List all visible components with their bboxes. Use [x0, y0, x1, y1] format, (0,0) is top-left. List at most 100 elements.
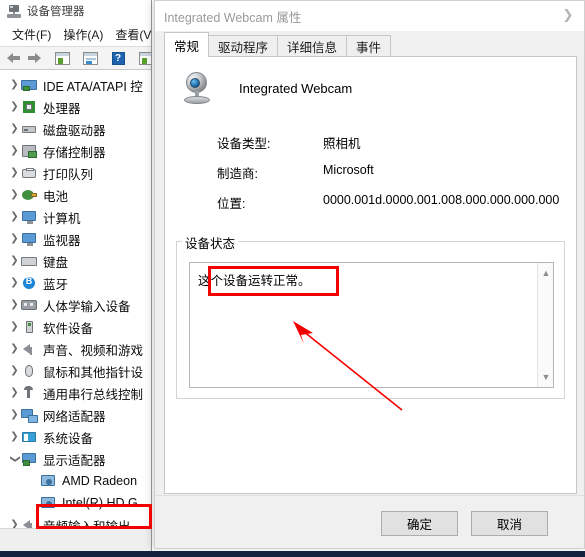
- tree-item[interactable]: ❯ 蓝牙: [0, 272, 151, 294]
- dialog-title: Integrated Webcam 属性: [164, 10, 302, 25]
- chevron-right-icon[interactable]: ❯: [8, 212, 21, 222]
- tree-item-label: 键盘: [43, 255, 69, 270]
- tree-item-label: 打印队列: [43, 167, 94, 182]
- menu-view[interactable]: 查看(V: [109, 24, 151, 45]
- chevron-right-icon[interactable]: ❯: [8, 388, 21, 398]
- tree-item[interactable]: ❯ 鼠标和其他指针设: [0, 360, 151, 382]
- dialog-tabstrip[interactable]: 常规 驱动程序 详细信息 事件: [164, 32, 577, 57]
- chevron-right-icon[interactable]: ❯: [8, 432, 21, 442]
- chevron-right-icon[interactable]: ❯: [8, 80, 21, 90]
- chevron-up-icon[interactable]: ▲: [538, 265, 554, 281]
- chevron-right-icon[interactable]: ❯: [8, 124, 21, 134]
- location-value: 0000.001d.0000.001.008.000.000.000.000: [323, 193, 560, 207]
- menu-action[interactable]: 操作(A): [57, 24, 109, 45]
- device-manager-toolbar: ?: [0, 46, 151, 70]
- print-queue-icon: [21, 166, 38, 181]
- taskbar-edge: [0, 551, 585, 557]
- tab-details[interactable]: 详细信息: [277, 35, 348, 57]
- tree-item[interactable]: AMD Radeon: [0, 470, 151, 492]
- tree-item[interactable]: ❯ IDE ATA/ATAPI 控: [0, 74, 151, 96]
- chevron-right-icon[interactable]: ❯: [8, 256, 21, 266]
- show-hide-console-tree-icon[interactable]: [53, 49, 71, 67]
- manufacturer-value: Microsoft: [323, 163, 374, 177]
- tree-item-label: 存储控制器: [43, 145, 106, 160]
- chevron-right-icon[interactable]: ❯: [8, 278, 21, 288]
- tree-item-label: 蓝牙: [43, 277, 69, 292]
- dialog-titlebar: Integrated Webcam 属性 ❯: [155, 1, 584, 31]
- usb-controller-icon: [21, 385, 38, 401]
- tree-item[interactable]: ❯ 人体学输入设备: [0, 294, 151, 316]
- chevron-right-icon[interactable]: ❯: [557, 5, 579, 25]
- menu-file[interactable]: 文件(F): [6, 24, 57, 45]
- webcam-icon: [179, 70, 215, 106]
- ide-controller-icon: [21, 78, 38, 93]
- battery-icon: [21, 188, 38, 203]
- tree-item-label: 显示适配器: [43, 453, 106, 468]
- chevron-right-icon[interactable]: ❯: [8, 366, 21, 376]
- chevron-right-icon[interactable]: ❯: [8, 190, 21, 200]
- storage-controller-icon: [21, 144, 38, 159]
- chevron-right-icon[interactable]: ❯: [8, 322, 21, 332]
- device-type-label: 设备类型:: [217, 137, 271, 151]
- tree-item[interactable]: ❯ 打印队列: [0, 162, 151, 184]
- properties-icon[interactable]: [81, 49, 99, 67]
- chevron-down-icon[interactable]: ❯: [10, 453, 21, 466]
- tree-item[interactable]: ❯ 系统设备: [0, 426, 151, 448]
- tree-item-label: 监视器: [43, 233, 81, 248]
- chevron-right-icon[interactable]: ❯: [8, 410, 21, 420]
- help-icon[interactable]: ?: [109, 49, 127, 67]
- tree-item-highlight-annotation: [36, 504, 152, 529]
- tree-item-label: 声音、视频和游戏: [43, 343, 144, 358]
- processor-icon: [21, 100, 38, 115]
- chevron-right-icon[interactable]: ❯: [8, 102, 21, 112]
- chevron-right-icon[interactable]: ❯: [8, 168, 21, 178]
- cancel-button[interactable]: 取消: [471, 511, 548, 536]
- tree-item[interactable]: ❯ 电池: [0, 184, 151, 206]
- chevron-right-icon[interactable]: ❯: [8, 344, 21, 354]
- tree-item[interactable]: ❯ 处理器: [0, 96, 151, 118]
- status-scrollbar[interactable]: ▲ ▼: [537, 263, 553, 387]
- tree-item[interactable]: ❯ 网络适配器: [0, 404, 151, 426]
- tree-item-label: 处理器: [43, 101, 81, 116]
- chevron-right-icon[interactable]: ❯: [8, 234, 21, 244]
- tabstrip-underline: [164, 56, 577, 57]
- scan-hardware-icon[interactable]: [137, 49, 151, 67]
- tree-item[interactable]: ❯ 通用串行总线控制: [0, 382, 151, 404]
- chevron-down-icon[interactable]: ▼: [538, 369, 554, 385]
- sound-video-game-icon: [21, 342, 38, 357]
- dialog-footer: 确定 取消: [155, 495, 584, 548]
- disk-drive-icon: [21, 122, 38, 137]
- tree-item[interactable]: ❯ 软件设备: [0, 316, 151, 338]
- device-manager-titlebar: 设备管理器: [0, 0, 151, 22]
- chevron-right-icon[interactable]: ❯: [8, 146, 21, 156]
- dialog-body: Integrated Webcam 设备类型: 照相机 制造商: Microso…: [164, 57, 577, 494]
- device-name: Integrated Webcam: [239, 80, 353, 96]
- device-tree[interactable]: ❯ IDE ATA/ATAPI 控 ❯ 处理器 ❯ 磁盘驱动器 ❯ 存储控制器 ❯ 打印队列 ❯ 电池…: [0, 70, 151, 528]
- network-adapter-icon: [21, 408, 38, 423]
- tree-item[interactable]: ❯ 监视器: [0, 228, 151, 250]
- status-text-highlight-annotation: [208, 266, 339, 296]
- tree-item[interactable]: ❯ 计算机: [0, 206, 151, 228]
- tab-events[interactable]: 事件: [346, 35, 392, 57]
- tab-driver[interactable]: 驱动程序: [208, 35, 279, 57]
- tree-item[interactable]: ❯ 存储控制器: [0, 140, 151, 162]
- properties-dialog: Integrated Webcam 属性 ❯ 常规 驱动程序 详细信息 事件 I…: [154, 0, 585, 549]
- back-arrow-icon[interactable]: [5, 49, 23, 67]
- bluetooth-icon: [21, 276, 38, 291]
- tree-item[interactable]: ❯ 磁盘驱动器: [0, 118, 151, 140]
- manufacturer-label: 制造商:: [217, 167, 258, 181]
- chevron-right-icon[interactable]: ❯: [8, 300, 21, 310]
- forward-arrow-icon[interactable]: [25, 49, 43, 67]
- tree-item-label: 系统设备: [43, 431, 94, 446]
- chevron-right-icon[interactable]: ❯: [8, 520, 21, 529]
- ok-button[interactable]: 确定: [381, 511, 458, 536]
- mouse-icon: [21, 364, 38, 379]
- tab-general[interactable]: 常规: [164, 32, 210, 57]
- tree-item[interactable]: ❯ 声音、视频和游戏: [0, 338, 151, 360]
- tree-item[interactable]: ❯ 显示适配器: [0, 448, 151, 470]
- tree-item-label: 磁盘驱动器: [43, 123, 106, 138]
- device-type-row: 设备类型: 照相机: [165, 133, 576, 159]
- tree-item[interactable]: ❯ 键盘: [0, 250, 151, 272]
- monitor-icon: [21, 232, 38, 247]
- hid-icon: [21, 298, 38, 313]
